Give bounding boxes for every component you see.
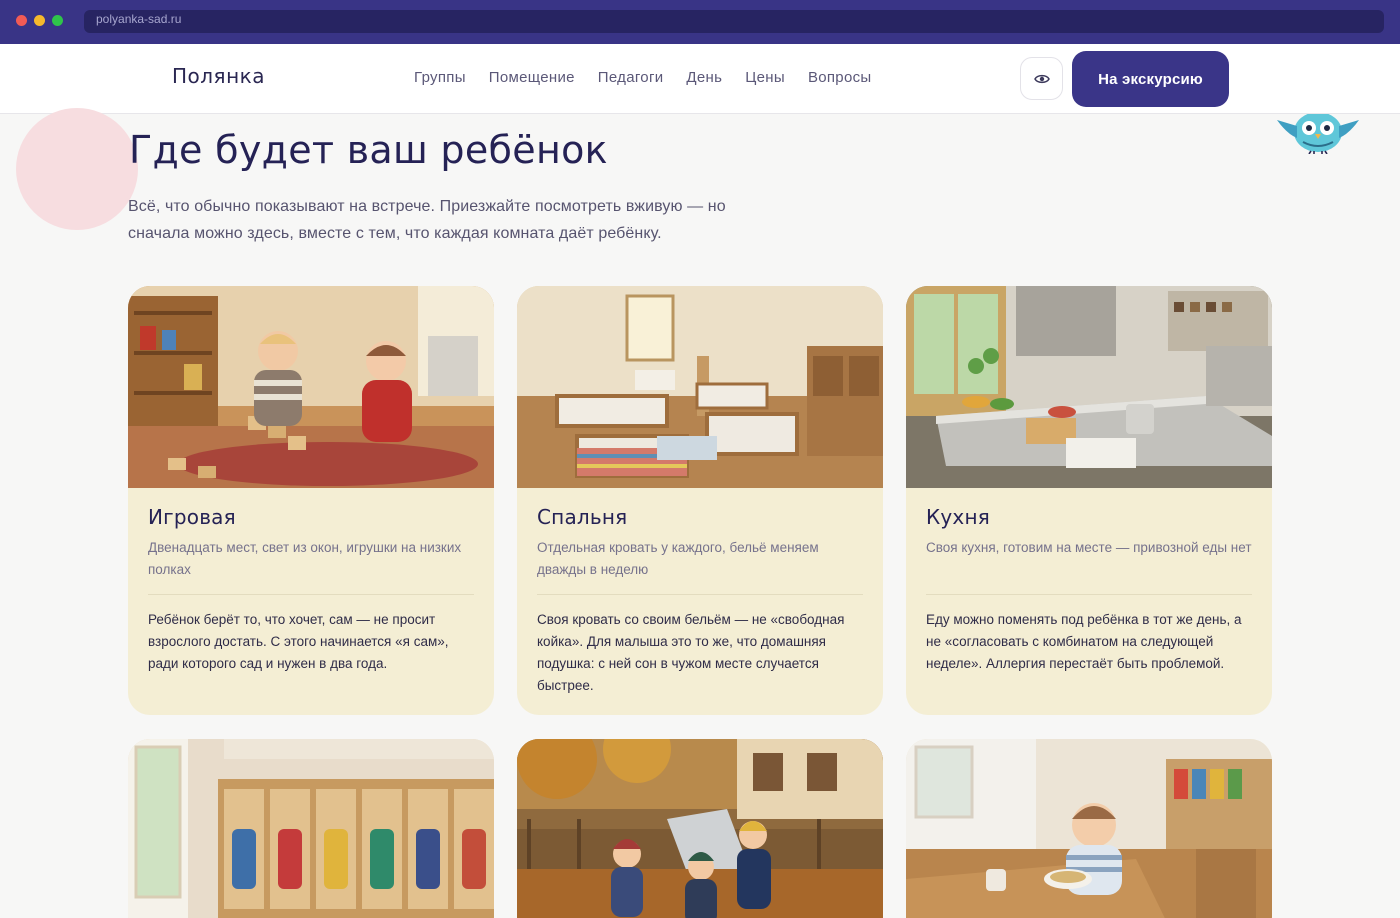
cloakroom-photo — [128, 739, 494, 918]
yard-photo — [517, 739, 883, 918]
site-logo[interactable]: Полянка — [172, 64, 265, 88]
bedroom-photo — [517, 286, 883, 488]
room-card-playroom[interactable]: Игровая Двенадцать мест, свет из окон, и… — [128, 286, 494, 715]
card-title: Кухня — [926, 505, 990, 529]
site-header: Полянка Группы Помещение Педагоги День Ц… — [0, 44, 1400, 114]
card-title: Игровая — [148, 505, 236, 529]
minimize-window-dot[interactable] — [34, 15, 45, 26]
playroom-photo — [128, 286, 494, 488]
nav-item-day[interactable]: День — [686, 69, 722, 86]
decorative-circle — [16, 108, 138, 230]
nav-item-faq[interactable]: Вопросы — [808, 69, 872, 86]
card-description: Еду можно поменять под ребёнка в тот же … — [926, 612, 1242, 671]
nav-item-teachers[interactable]: Педагоги — [598, 69, 664, 86]
nav-item-premises[interactable]: Помещение — [489, 69, 575, 86]
eye-icon — [1033, 74, 1050, 83]
maximize-window-dot[interactable] — [52, 15, 63, 26]
room-card-bedroom[interactable]: Спальня Отдельная кровать у каждого, бел… — [517, 286, 883, 715]
card-title: Спальня — [537, 505, 628, 529]
card-summary: Своя кухня, готовим на месте — привозной… — [926, 537, 1252, 595]
room-card-dining[interactable] — [906, 739, 1272, 918]
close-window-dot[interactable] — [16, 15, 27, 26]
card-description: Ребёнок берёт то, что хочет, сам — не пр… — [148, 612, 449, 671]
address-bar[interactable]: polyanka-sad.ru — [84, 10, 1384, 33]
page-subtitle: Всё, что обычно показывают на встрече. П… — [128, 198, 726, 242]
main-nav: Группы Помещение Педагоги День Цены Вопр… — [414, 69, 894, 86]
nav-item-prices[interactable]: Цены — [745, 69, 785, 86]
card-summary: Отдельная кровать у каждого, бельё меняе… — [537, 537, 863, 595]
room-card-kitchen[interactable]: Кухня Своя кухня, готовим на месте — при… — [906, 286, 1272, 715]
card-description: Своя кровать со своим бельём — не «свобо… — [537, 612, 845, 693]
page-title: Где будет ваш ребёнок — [129, 128, 608, 172]
card-summary: Двенадцать мест, свет из окон, игрушки н… — [148, 537, 474, 595]
browser-chrome: polyanka-sad.ru — [0, 0, 1400, 44]
room-card-cloakroom[interactable] — [128, 739, 494, 918]
kitchen-photo — [906, 286, 1272, 488]
room-card-yard[interactable] — [517, 739, 883, 918]
accessibility-button[interactable] — [1020, 57, 1063, 100]
book-tour-button[interactable]: На экскурсию — [1072, 51, 1229, 107]
nav-item-groups[interactable]: Группы — [414, 69, 466, 86]
dining-photo — [906, 739, 1272, 918]
owl-mascot-icon — [1277, 114, 1359, 154]
